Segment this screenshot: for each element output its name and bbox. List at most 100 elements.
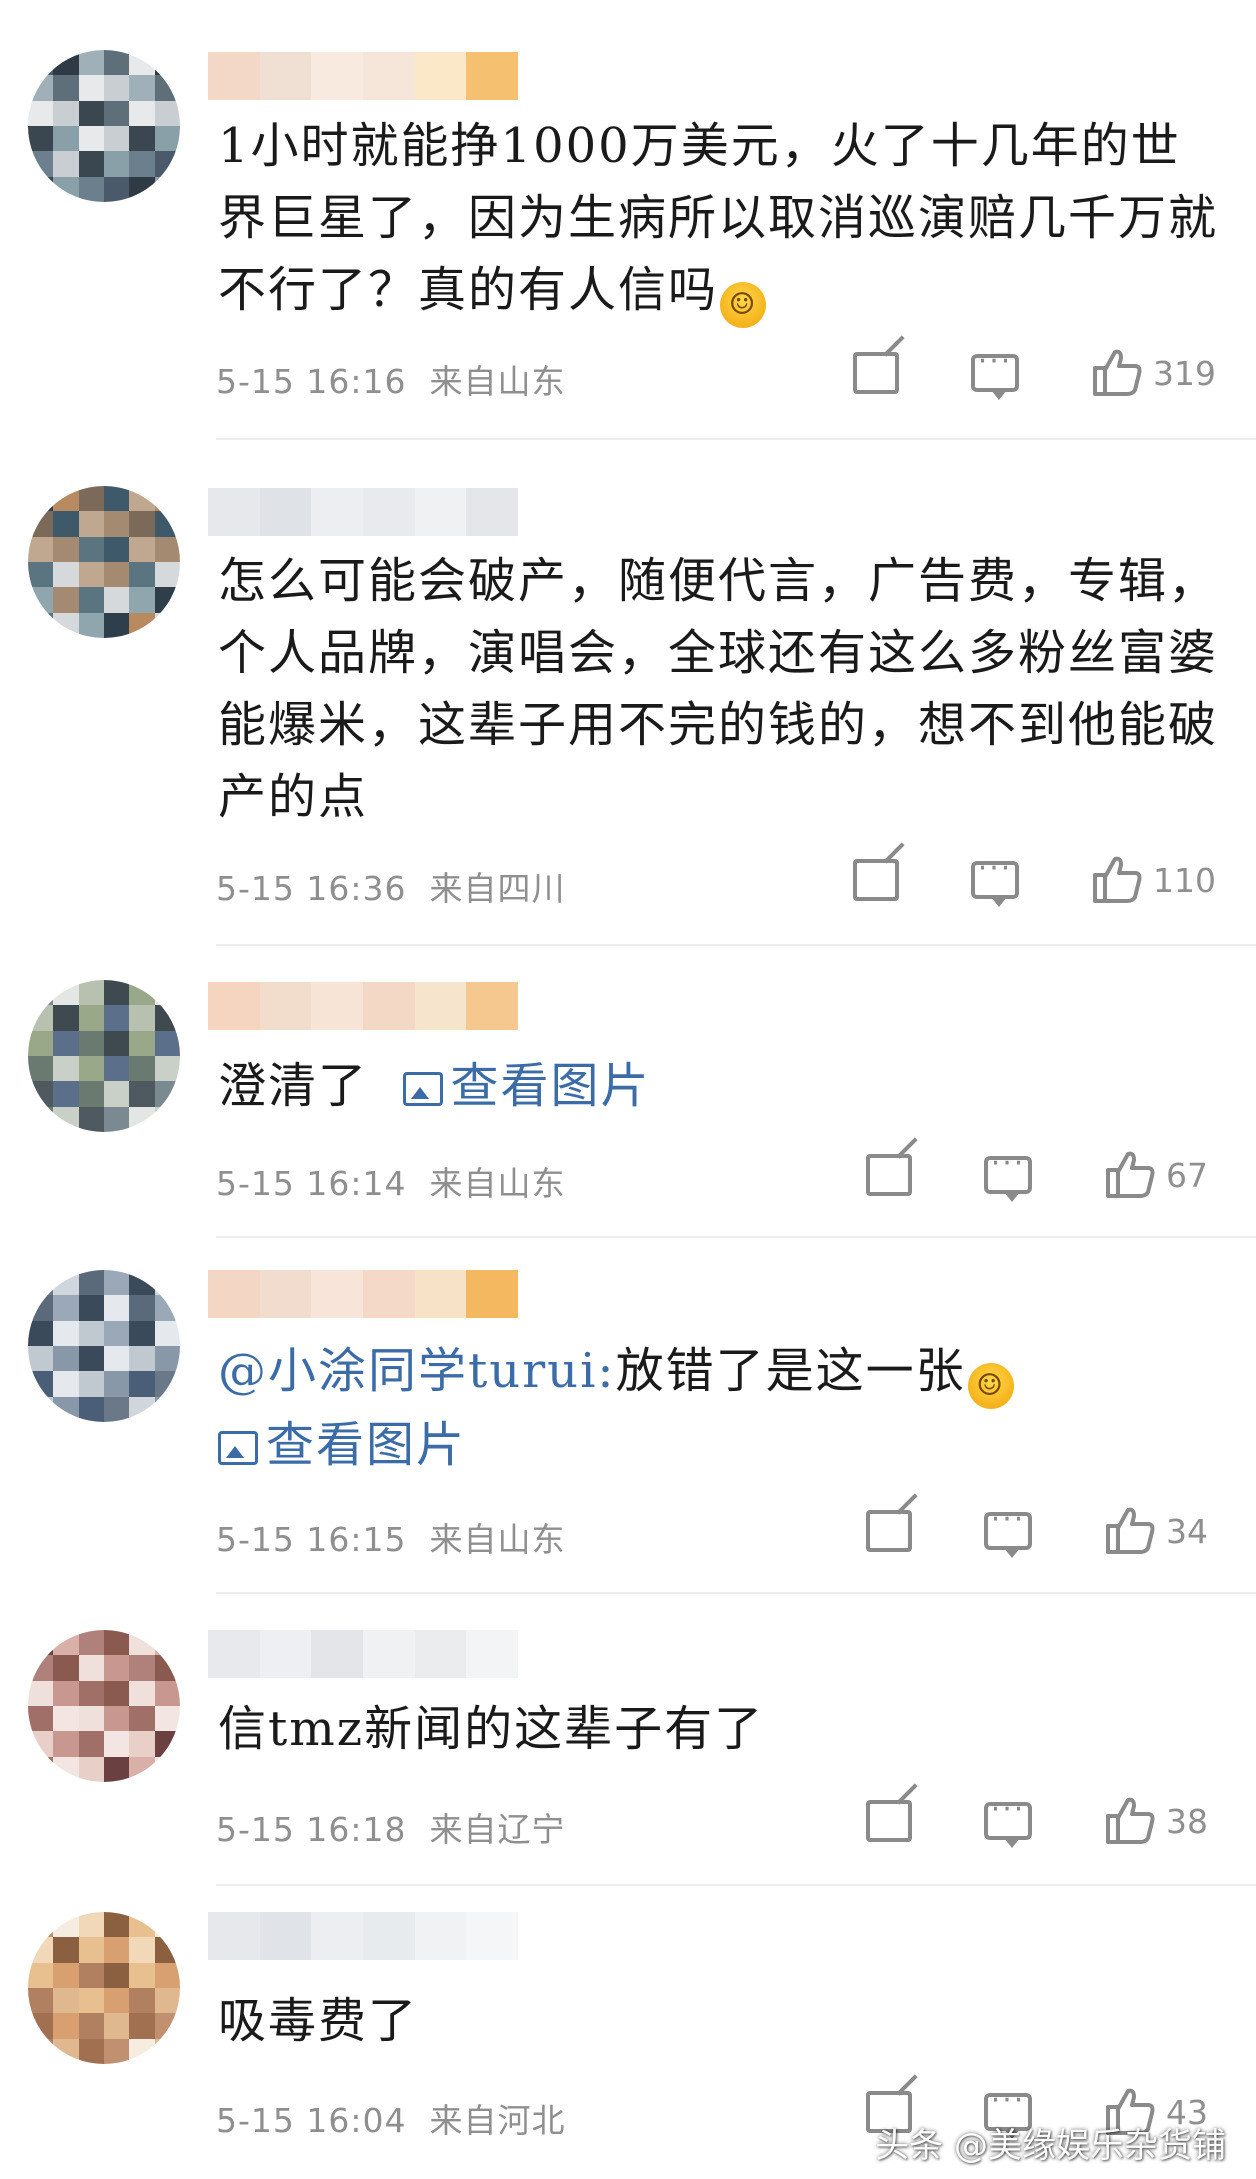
like-button[interactable]: 67 <box>1104 1150 1216 1200</box>
avatar-mosaic-tile <box>129 176 155 202</box>
reply-button[interactable] <box>971 344 1019 400</box>
avatar-mosaic-tile <box>129 1962 155 1988</box>
like-button[interactable]: 110 <box>1091 855 1216 905</box>
avatar-mosaic-tile <box>78 2038 104 2064</box>
username-mosaic-tile <box>311 1270 364 1318</box>
username-mosaic-tile <box>466 52 519 100</box>
like-button[interactable]: 38 <box>1104 1796 1216 1846</box>
avatar-mosaic-tile <box>28 100 54 126</box>
username-mosaic-tile <box>414 52 467 100</box>
view-image-link[interactable]: 查看图片 <box>402 1058 651 1114</box>
reply-button[interactable] <box>984 1792 1032 1848</box>
avatar-mosaic-tile <box>129 1731 155 1757</box>
avatar-mosaic-tile <box>53 1295 79 1321</box>
username-blurred[interactable] <box>208 1912 519 1960</box>
avatar-mosaic-tile <box>104 1731 130 1757</box>
avatar-mosaic-tile <box>28 126 54 152</box>
avatar-mosaic-tile <box>78 151 104 177</box>
avatar-mosaic-tile <box>78 1630 104 1656</box>
username-blurred[interactable] <box>208 1270 519 1318</box>
avatar-mosaic-tile <box>154 2013 180 2039</box>
avatar-mosaic-tile <box>28 1988 54 2014</box>
username-blurred[interactable] <box>208 488 519 536</box>
avatar-mosaic-tile <box>129 511 155 537</box>
avatar-mosaic-tile <box>129 1005 155 1031</box>
like-button[interactable]: 319 <box>1091 348 1216 398</box>
like-button[interactable]: 34 <box>1104 1506 1216 1556</box>
view-image-link[interactable]: 查看图片 <box>218 1417 466 1473</box>
avatar-mosaic-tile <box>78 1320 104 1346</box>
avatar-mosaic-tile <box>129 1030 155 1056</box>
avatar-mosaic-tile <box>104 612 130 638</box>
avatar-mosaic-tile <box>53 1081 79 1107</box>
avatar-mosaic-tile <box>53 176 79 202</box>
avatar-mosaic-tile <box>154 1655 180 1681</box>
avatar-mosaic-tile <box>53 1731 79 1757</box>
avatar-mosaic-tile <box>154 1706 180 1732</box>
avatar-mosaic-tile <box>28 1030 54 1056</box>
share-button[interactable] <box>866 1800 912 1842</box>
avatar-mosaic-tile <box>129 75 155 101</box>
avatar-mosaic-tile <box>28 980 54 1006</box>
avatar-mosaic-tile <box>53 1655 79 1681</box>
avatar-mosaic-tile <box>78 1081 104 1107</box>
avatar[interactable] <box>28 486 180 638</box>
username-mosaic-tile <box>259 52 312 100</box>
avatar-mosaic-tile <box>53 980 79 1006</box>
username-mosaic-tile <box>414 1270 467 1318</box>
avatar-mosaic-tile <box>53 612 79 638</box>
avatar-mosaic-tile <box>28 1756 54 1782</box>
comment-meta: 5-15 16:18 来自辽宁 <box>216 1810 566 1849</box>
username-mosaic-tile <box>466 1270 519 1318</box>
username-blurred[interactable] <box>208 982 519 1030</box>
comment-actions: 319 <box>781 344 1216 400</box>
avatar-mosaic-tile <box>104 562 130 588</box>
avatar[interactable] <box>28 50 180 202</box>
username-mosaic-tile <box>311 488 364 536</box>
avatar-mosaic-tile <box>28 1680 54 1706</box>
avatar-mosaic-tile <box>53 1270 79 1296</box>
thumbs-up-icon <box>1104 1506 1156 1556</box>
avatar-mosaic-tile <box>53 1988 79 2014</box>
avatar[interactable] <box>28 980 180 1132</box>
avatar-mosaic-tile <box>53 1056 79 1082</box>
comment-meta: 5-15 16:04 来自河北 <box>216 2101 566 2140</box>
avatar-mosaic-tile <box>129 1106 155 1132</box>
share-button[interactable] <box>853 352 899 394</box>
avatar-mosaic-tile <box>78 1937 104 1963</box>
reply-button[interactable] <box>984 1502 1032 1558</box>
avatar-mosaic-tile <box>53 2013 79 2039</box>
avatar-mosaic-tile <box>53 1680 79 1706</box>
username-mosaic-tile <box>363 1270 415 1318</box>
divider <box>216 944 1256 946</box>
avatar[interactable] <box>28 1630 180 1782</box>
share-button[interactable] <box>866 1510 912 1552</box>
avatar[interactable] <box>28 1912 180 2064</box>
avatar-mosaic-tile <box>104 486 130 512</box>
avatar-mosaic-tile <box>154 1056 180 1082</box>
avatar-mosaic-tile <box>28 1937 54 1963</box>
divider <box>216 438 1256 440</box>
comment-icon <box>984 1146 1032 1202</box>
username-mosaic-tile <box>259 488 312 536</box>
avatar-mosaic-tile <box>78 562 104 588</box>
username-mosaic-tile <box>259 982 312 1030</box>
avatar-mosaic-tile <box>129 1270 155 1296</box>
username-blurred[interactable] <box>208 1630 519 1678</box>
share-icon <box>853 859 899 901</box>
avatar[interactable] <box>28 1270 180 1422</box>
username-blurred[interactable] <box>208 52 519 100</box>
divider <box>216 1592 1256 1594</box>
avatar-mosaic-tile <box>78 1680 104 1706</box>
reply-button[interactable] <box>984 1146 1032 1202</box>
username-mosaic-tile <box>363 982 415 1030</box>
avatar-mosaic-tile <box>53 100 79 126</box>
share-button[interactable] <box>853 859 899 901</box>
thumbs-up-icon <box>1091 855 1143 905</box>
reply-button[interactable] <box>971 851 1019 907</box>
avatar-mosaic-tile <box>53 1962 79 1988</box>
share-button[interactable] <box>866 1154 912 1196</box>
comment-text: 怎么可能会破产，随便代言，广告费，专辑，个人品牌，演唱会，全球还有这么多粉丝富婆… <box>218 553 1219 825</box>
user-mention-link[interactable]: @小涂同学turui: <box>218 1343 616 1399</box>
avatar-mosaic-tile <box>154 1630 180 1656</box>
